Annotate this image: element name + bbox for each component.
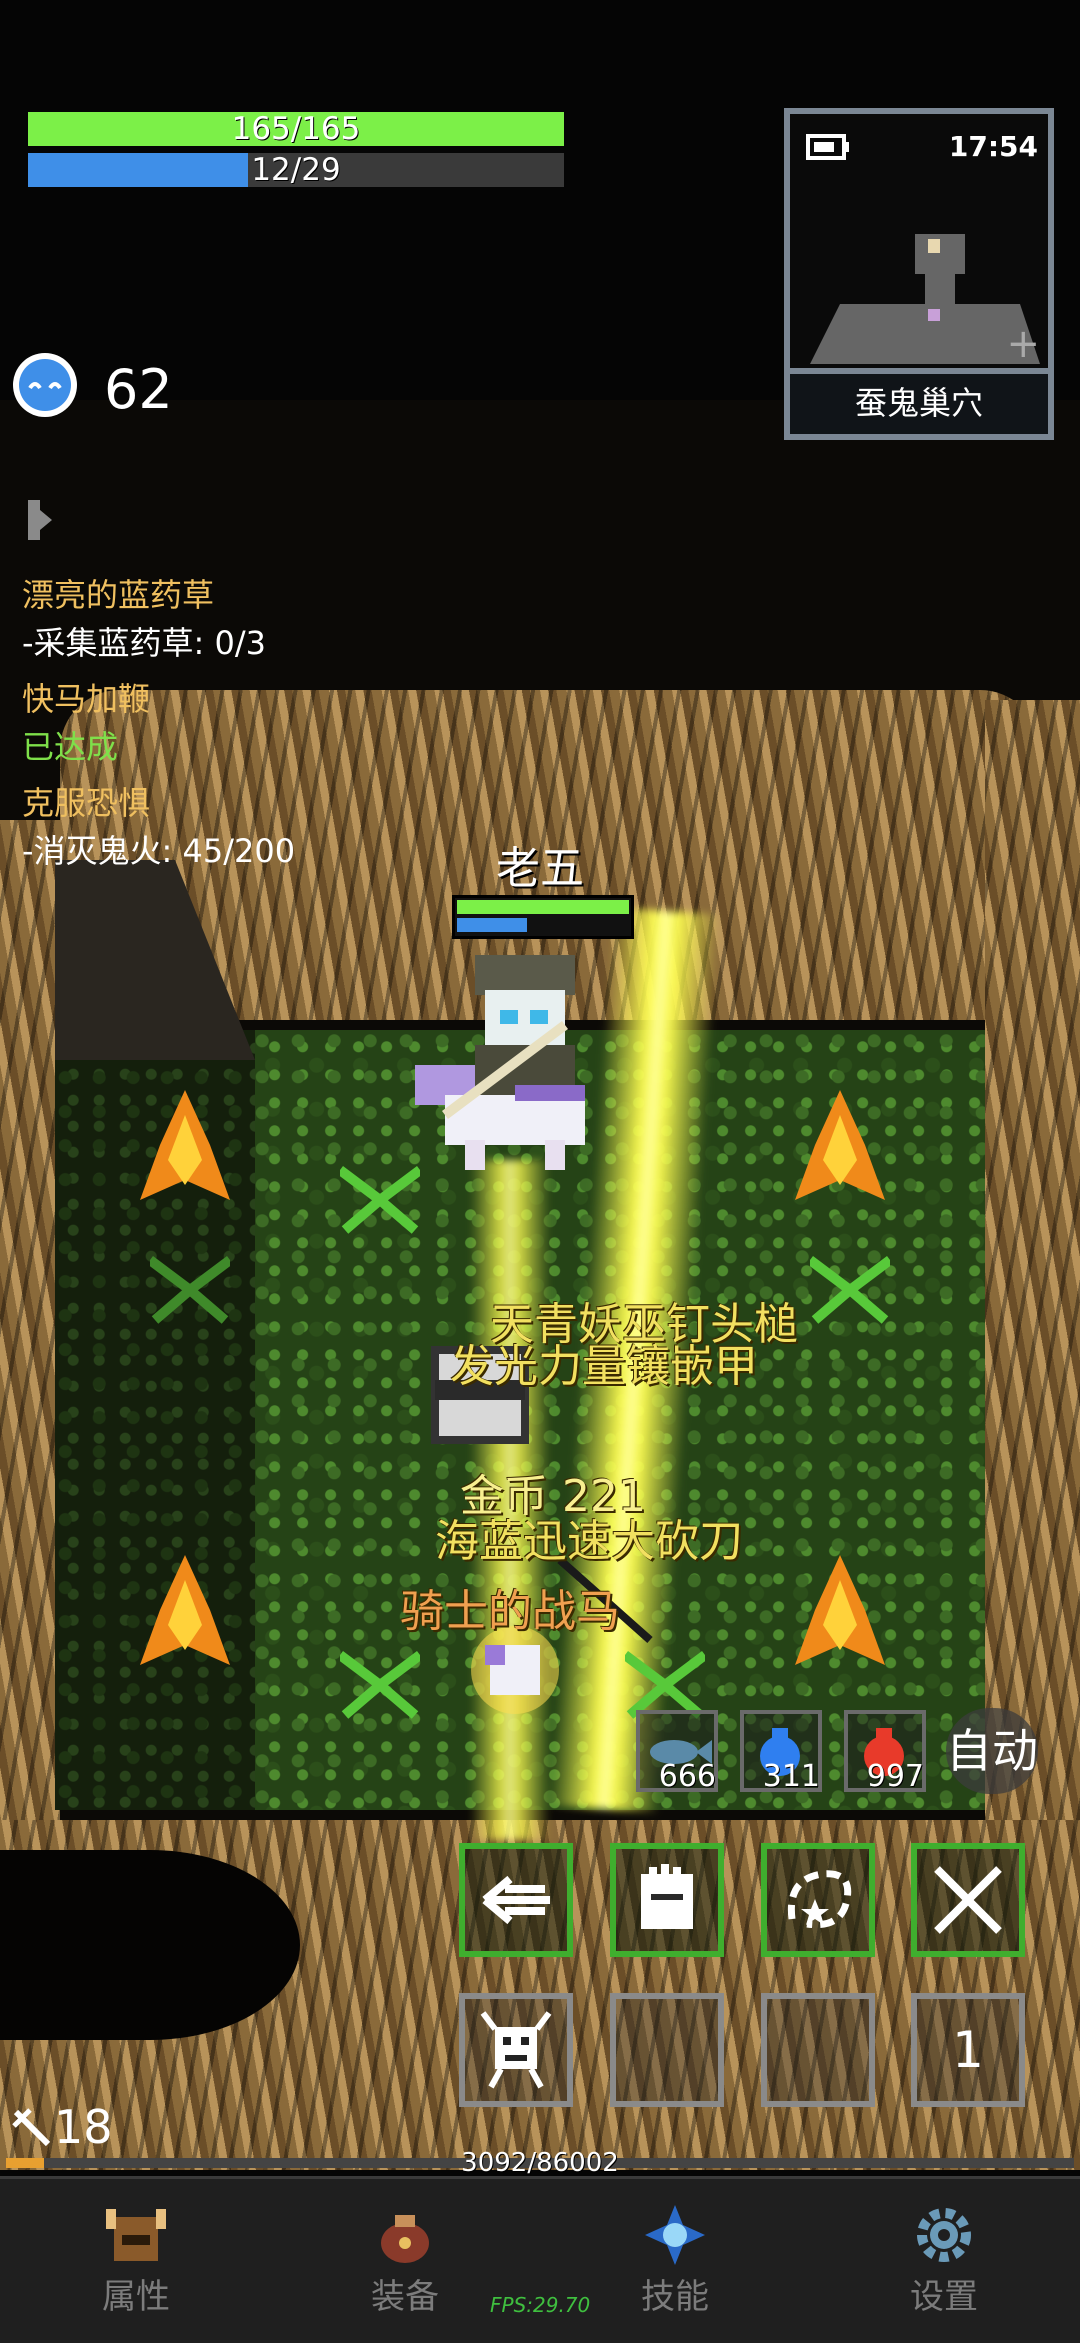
overhead-hp-fill	[457, 900, 629, 914]
campfire-icon	[140, 1090, 230, 1200]
nav-settings[interactable]: 设置	[844, 2179, 1044, 2339]
fern-icon	[340, 1651, 420, 1719]
overhead-mp-fill	[457, 918, 527, 932]
dash-icon	[482, 1875, 550, 1925]
level-sword-icon	[12, 2108, 51, 2147]
item-count: 666	[658, 1759, 716, 1794]
player-knight-sprite[interactable]	[405, 945, 605, 1175]
quick-item-slot[interactable]: 997	[844, 1710, 926, 1794]
bag-icon	[381, 2215, 429, 2263]
minimap[interactable]: 17:54 + 蚕鬼巢穴	[784, 108, 1054, 440]
skill-whirl-button[interactable]	[761, 1843, 875, 1957]
quick-item-slot[interactable]: 311	[740, 1710, 822, 1794]
loot-label[interactable]: 发光力量镶嵌甲	[450, 1330, 758, 1394]
gem-count: 62	[104, 358, 173, 421]
mp-text: 12/29	[251, 152, 341, 188]
hp-bar: 165/165	[28, 112, 564, 146]
fist-icon	[641, 1864, 693, 1929]
cave-hole	[0, 1850, 300, 2040]
skill-crossed-swords-button[interactable]	[911, 1843, 1025, 1957]
skill-summon-button[interactable]	[459, 1993, 573, 2107]
quest-title[interactable]: 漂亮的蓝药草	[22, 570, 214, 616]
fern-icon	[810, 1256, 890, 1324]
auto-button[interactable]: 自动	[946, 1708, 1038, 1794]
blue-gem-icon	[13, 353, 77, 417]
exp-text: 3092/86002	[461, 2148, 619, 2178]
skill-dash-button[interactable]	[459, 1843, 573, 1957]
nav-attributes[interactable]: 属性	[36, 2179, 236, 2339]
campfire-icon	[795, 1090, 885, 1200]
fern-icon	[150, 1256, 230, 1324]
nav-label: 属性	[102, 2277, 170, 2317]
bottom-nav: 属性 装备 技能 设置 FPS:29.70	[0, 2176, 1080, 2343]
whirl-icon	[787, 1870, 852, 1929]
empty-skill-slot[interactable]	[610, 1993, 724, 2107]
battery-icon	[806, 134, 849, 160]
player-overhead-bars	[452, 895, 634, 939]
item-count: 997	[866, 1759, 924, 1794]
quest-title[interactable]: 快马加鞭	[22, 674, 150, 720]
auto-label: 自动	[946, 1724, 1038, 1778]
fern-icon	[340, 1166, 420, 1234]
quest-detail: 已达成	[22, 728, 119, 766]
player-name: 老五	[496, 843, 584, 894]
nav-label: 装备	[371, 2277, 439, 2317]
skill-slot-counter[interactable]: 1	[911, 1993, 1025, 2107]
skill-orb-icon	[645, 2205, 705, 2265]
location-name: 蚕鬼巢穴	[790, 368, 1048, 434]
quest-detail: -消灭鬼火: 45/200	[22, 832, 296, 870]
item-count: 311	[762, 1759, 820, 1794]
crossed-swords-icon	[934, 1866, 1002, 1934]
clock-time: 17:54	[948, 130, 1038, 163]
nav-equipment[interactable]: 装备	[305, 2179, 505, 2339]
loot-label[interactable]: 海蓝迅速大砍刀	[435, 1505, 743, 1569]
campfire-icon	[140, 1555, 230, 1665]
slot-count: 1	[952, 2021, 984, 2079]
minimap-zoom-icon[interactable]: +	[1006, 324, 1040, 364]
player-level: 18	[54, 2100, 113, 2154]
mp-bar: 12/29	[28, 153, 564, 187]
quest-title[interactable]: 克服恐惧	[22, 778, 150, 824]
loot-label[interactable]: 骑士的战马	[400, 1575, 620, 1639]
quest-detail: -采集蓝药草: 0/3	[22, 624, 267, 662]
empty-skill-slot[interactable]	[761, 1993, 875, 2107]
campfire-icon	[795, 1555, 885, 1665]
nav-label: 设置	[910, 2277, 978, 2317]
quick-item-slot[interactable]: 666	[636, 1710, 718, 1794]
monster-icon	[480, 2011, 552, 2089]
nav-skills[interactable]: 技能	[575, 2179, 775, 2339]
nav-label: 技能	[641, 2277, 709, 2317]
helmet-icon	[106, 2209, 166, 2261]
quest-collapse-icon[interactable]	[28, 500, 58, 540]
hp-text: 165/165	[231, 111, 361, 147]
gear-icon	[917, 2208, 971, 2262]
skill-fist-button[interactable]	[610, 1843, 724, 1957]
fps-counter: FPS:29.70	[490, 2293, 591, 2317]
